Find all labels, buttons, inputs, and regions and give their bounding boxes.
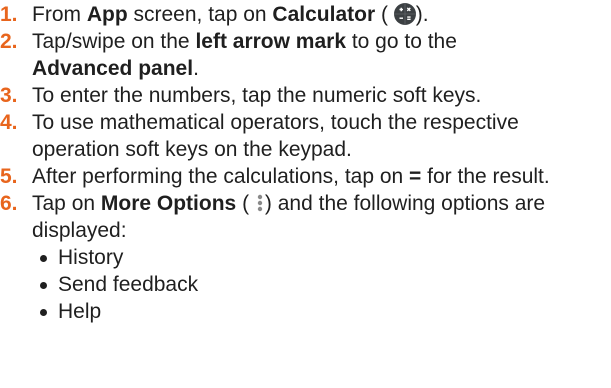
- step-number: 4.: [0, 111, 18, 134]
- more-options-icon: [257, 194, 263, 212]
- list-item: History: [34, 244, 552, 271]
- step-5: 5. After performing the calculations, ta…: [0, 163, 611, 190]
- step-3: 3. To enter the numbers, tap the numeric…: [0, 82, 611, 109]
- step-6: 6. Tap on More Options ( ) and the follo…: [0, 190, 552, 325]
- step-text: (: [375, 3, 388, 26]
- step-text: From: [32, 3, 87, 26]
- step-number: 2.: [0, 30, 18, 53]
- step-text: ).: [415, 3, 429, 26]
- steps-list: 1. From App screen, tap on Calculator ( …: [0, 1, 611, 325]
- step-text: After performing the calculations, tap o…: [32, 165, 410, 188]
- step-number: 5.: [0, 165, 18, 188]
- step-text: for the result.: [421, 165, 550, 188]
- step-bold-text: =: [409, 165, 422, 188]
- step-number: 3.: [0, 84, 18, 107]
- step-number: 1.: [0, 3, 18, 26]
- step-text: To enter the numbers, tap the numeric so…: [32, 84, 482, 107]
- step-2: 2. Tap/swipe on the left arrow mark to g…: [0, 28, 611, 82]
- step-bold-text: left arrow mark: [195, 30, 346, 53]
- step-text: Tap/swipe on the: [32, 30, 196, 53]
- step-text: screen, tap on: [127, 3, 273, 26]
- step-4: 4. To use mathematical operators, touch …: [0, 109, 572, 163]
- step-text: To use mathematical operators, touch the…: [32, 111, 519, 161]
- options-list: History Send feedback Help: [32, 244, 552, 325]
- step-bold-text: App: [86, 3, 128, 26]
- instructions-page: 1. From App screen, tap on Calculator ( …: [0, 0, 611, 388]
- step-bold-text: More Options: [100, 192, 237, 215]
- step-text: (: [236, 192, 250, 215]
- list-item: Help: [34, 298, 552, 325]
- step-text: to go to the: [346, 30, 457, 53]
- step-text: Tap on: [32, 192, 101, 215]
- list-item: Send feedback: [34, 271, 552, 298]
- step-bold-text: Calculator: [272, 3, 376, 26]
- calculator-app-icon: [393, 3, 416, 25]
- step-text: .: [193, 57, 199, 80]
- step-1: 1. From App screen, tap on Calculator ( …: [0, 1, 611, 28]
- step-number: 6.: [0, 192, 18, 215]
- step-bold-text: Advanced panel: [32, 57, 194, 80]
